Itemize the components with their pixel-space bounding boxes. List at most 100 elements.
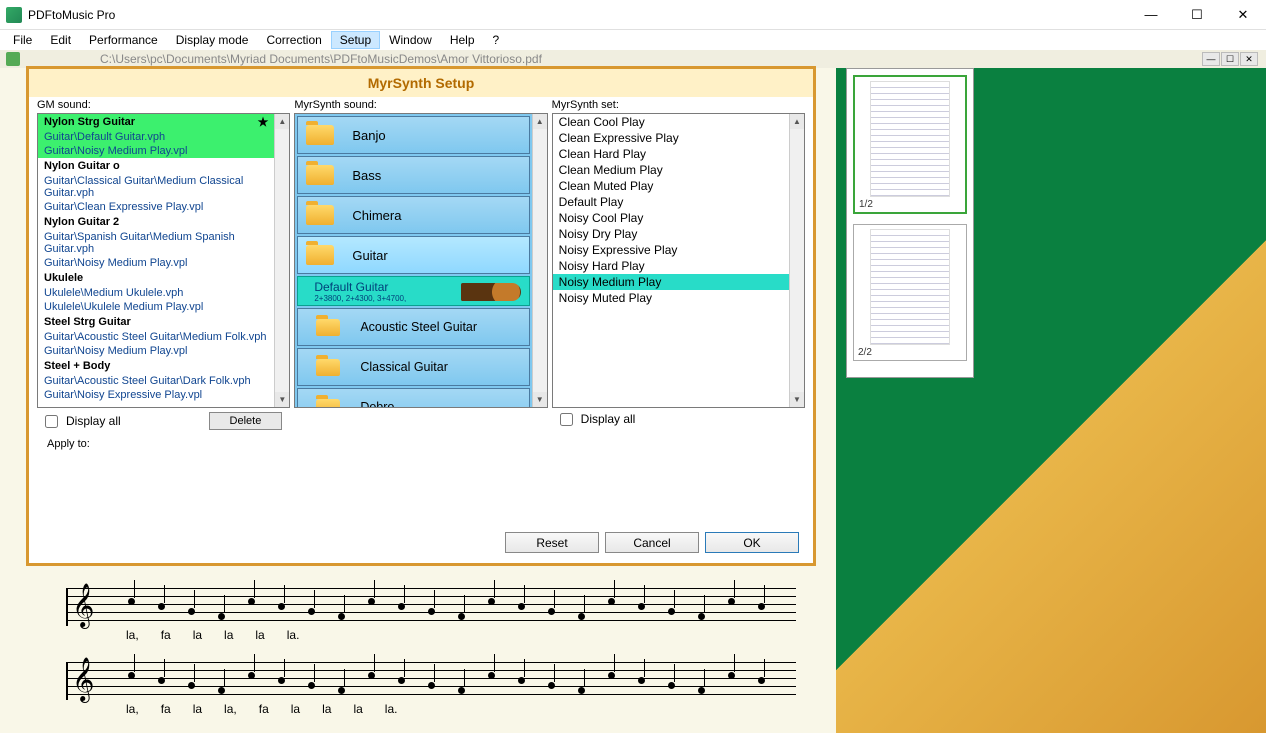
menu-item-display-mode[interactable]: Display mode — [167, 31, 258, 49]
sub-folder-row[interactable]: Dobro — [297, 388, 529, 408]
doc-minimize-button[interactable]: — — [1202, 52, 1220, 66]
note-icon — [638, 677, 645, 684]
scroll-down-icon[interactable]: ▼ — [790, 392, 804, 407]
set-item[interactable]: Noisy Expressive Play — [553, 242, 789, 258]
set-item[interactable]: Clean Medium Play — [553, 162, 789, 178]
gm-sound-item[interactable]: Guitar\Acoustic Steel Guitar\Medium Folk… — [38, 330, 274, 344]
gm-sound-header[interactable]: Ukulele — [38, 270, 274, 286]
folder-row[interactable]: Chimera — [297, 196, 529, 234]
scroll-down-icon[interactable]: ▼ — [533, 392, 547, 407]
set-item[interactable]: Noisy Hard Play — [553, 258, 789, 274]
note-icon — [608, 672, 615, 679]
gm-sound-list[interactable]: Nylon Strg Guitar★Guitar\Default Guitar.… — [37, 113, 290, 408]
cancel-button[interactable]: Cancel — [605, 532, 699, 553]
note-icon — [218, 613, 225, 620]
gm-sound-item[interactable]: Guitar\Clean Expressive Play.vpl — [38, 200, 274, 214]
note-icon — [548, 682, 555, 689]
gm-sound-header[interactable]: Nylon Guitar 2 — [38, 214, 274, 230]
minimize-button[interactable]: — — [1128, 0, 1174, 30]
scrollbar[interactable]: ▲ ▼ — [532, 114, 547, 407]
scroll-down-icon[interactable]: ▼ — [275, 392, 289, 407]
scrollbar[interactable]: ▲ ▼ — [789, 114, 804, 407]
scroll-up-icon[interactable]: ▲ — [275, 114, 289, 129]
lyric-syllable: la — [224, 628, 233, 642]
gm-sound-header[interactable]: Nylon Strg Guitar★ — [38, 114, 274, 130]
note-icon — [338, 687, 345, 694]
menu-item-edit[interactable]: Edit — [41, 31, 80, 49]
sub-folder-row[interactable]: Classical Guitar — [297, 348, 529, 386]
folder-row[interactable]: Banjo — [297, 116, 529, 154]
folder-row[interactable]: Guitar — [297, 236, 529, 274]
note-icon — [608, 598, 615, 605]
set-item[interactable]: Noisy Dry Play — [553, 226, 789, 242]
gm-sound-header[interactable]: Nylon Guitar o — [38, 158, 274, 174]
note-icon — [128, 672, 135, 679]
myrsynth-set-list[interactable]: Clean Cool PlayClean Expressive PlayClea… — [552, 113, 805, 408]
thumbnail[interactable]: 1/2 — [853, 75, 967, 214]
gm-sound-header[interactable]: Steel + Body — [38, 358, 274, 374]
scrollbar[interactable]: ▲ ▼ — [274, 114, 289, 407]
folder-icon — [306, 125, 334, 145]
sub-folder-row[interactable]: Acoustic Steel Guitar — [297, 308, 529, 346]
scroll-up-icon[interactable]: ▲ — [533, 114, 547, 129]
menu-item-setup[interactable]: Setup — [331, 31, 380, 49]
set-item[interactable]: Clean Cool Play — [553, 114, 789, 130]
set-item[interactable]: Clean Muted Play — [553, 178, 789, 194]
menu-item-file[interactable]: File — [4, 31, 41, 49]
menu-bar: FileEditPerformanceDisplay modeCorrectio… — [0, 30, 1266, 50]
set-item[interactable]: Default Play — [553, 194, 789, 210]
menu-item-help[interactable]: Help — [441, 31, 484, 49]
thumbnails-panel[interactable]: 1/2 2/2 — [846, 68, 974, 378]
gm-sound-item[interactable]: Guitar\Default Guitar.vph — [38, 130, 274, 144]
folder-row[interactable]: Bass — [297, 156, 529, 194]
page-preview — [870, 81, 950, 197]
menu-item-window[interactable]: Window — [380, 31, 441, 49]
lyric-syllable: la. — [287, 628, 300, 642]
set-item[interactable]: Clean Expressive Play — [553, 130, 789, 146]
maximize-button[interactable]: ☐ — [1174, 0, 1220, 30]
ok-button[interactable]: OK — [705, 532, 799, 553]
folder-icon — [306, 245, 334, 265]
gm-sound-header[interactable]: Steel Strg Guitar — [38, 314, 274, 330]
lyric-syllable: la — [322, 702, 331, 716]
set-item[interactable]: Noisy Cool Play — [553, 210, 789, 226]
dialog-body: GM sound: Nylon Strg Guitar★Guitar\Defau… — [29, 97, 813, 454]
folder-icon — [306, 205, 334, 225]
display-all-checkbox[interactable] — [45, 415, 58, 428]
note-icon — [428, 608, 435, 615]
gm-sound-item[interactable]: Guitar\Classical Guitar\Medium Classical… — [38, 174, 274, 200]
set-item[interactable]: Clean Hard Play — [553, 146, 789, 162]
set-item[interactable]: Noisy Medium Play — [553, 274, 789, 290]
set-under-row: Display all — [552, 408, 805, 430]
doc-maximize-button[interactable]: ☐ — [1221, 52, 1239, 66]
sound-item-selected[interactable]: Default Guitar2+3800, 2+4300, 3+4700, — [297, 276, 529, 306]
lyric-syllable: la, — [224, 702, 237, 716]
gm-sound-item[interactable]: Guitar\Noisy Medium Play.vpl — [38, 256, 274, 270]
scroll-up-icon[interactable]: ▲ — [790, 114, 804, 129]
close-button[interactable]: ✕ — [1220, 0, 1266, 30]
display-all-checkbox-2[interactable] — [560, 413, 573, 426]
menu-item-correction[interactable]: Correction — [257, 31, 330, 49]
reset-button[interactable]: Reset — [505, 532, 599, 553]
page-number: 1/2 — [855, 199, 965, 210]
gm-sound-item[interactable]: Ukulele\Ukulele Medium Play.vpl — [38, 300, 274, 314]
set-item[interactable]: Noisy Muted Play — [553, 290, 789, 306]
score-view[interactable]: 𝄞 la,falalalala. 𝄞 la,falala,falalalala. — [26, 574, 836, 733]
note-icon — [278, 603, 285, 610]
gm-sound-item[interactable]: Guitar\Noisy Medium Play.vpl — [38, 144, 274, 158]
thumbnail[interactable]: 2/2 — [853, 224, 967, 361]
gm-under-row: Display all Delete — [37, 408, 290, 434]
gm-sound-item[interactable]: Guitar\Acoustic Steel Guitar\Dark Folk.v… — [38, 374, 274, 388]
lyric-syllable: la — [193, 628, 202, 642]
gm-sound-item[interactable]: Ukulele\Medium Ukulele.vph — [38, 286, 274, 300]
gm-sound-item[interactable]: Guitar\Spanish Guitar\Medium Spanish Gui… — [38, 230, 274, 256]
gm-sound-item[interactable]: Guitar\Noisy Medium Play.vpl — [38, 344, 274, 358]
delete-button[interactable]: Delete — [209, 412, 283, 430]
menu-item-?[interactable]: ? — [484, 31, 509, 49]
gm-sound-item[interactable]: Guitar\Noisy Expressive Play.vpl — [38, 388, 274, 402]
title-bar: PDFtoMusic Pro — ☐ ✕ — [0, 0, 1266, 30]
menu-item-performance[interactable]: Performance — [80, 31, 167, 49]
lyric-syllable: la — [291, 702, 300, 716]
doc-close-button[interactable]: ✕ — [1240, 52, 1258, 66]
myrsynth-sound-list[interactable]: BanjoBassChimeraGuitarDefault Guitar2+38… — [294, 113, 547, 408]
